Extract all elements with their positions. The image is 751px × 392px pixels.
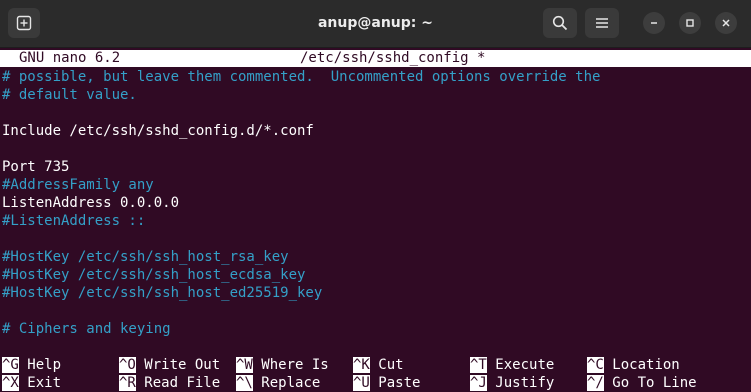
shortcut-justify[interactable]: ^J Justify xyxy=(470,374,554,392)
shortcut-read-file[interactable]: ^R Read File xyxy=(119,374,220,392)
editor-line[interactable]: Port 735 xyxy=(2,158,69,176)
shortcut-key: ^O xyxy=(119,357,136,373)
shortcut-label: Location xyxy=(612,357,680,373)
shortcut-label: Help xyxy=(27,357,62,373)
shortcut-key: ^U xyxy=(353,375,370,391)
minimize-icon xyxy=(651,22,657,24)
window-title: anup@anup: ~ xyxy=(317,15,433,31)
shortcut-execute[interactable]: ^T Execute xyxy=(470,356,554,374)
minimize-button[interactable] xyxy=(643,12,665,34)
shortcut-key: ^X xyxy=(2,375,19,391)
shortcut-help[interactable]: ^G Help xyxy=(2,356,61,374)
shortcut-exit[interactable]: ^X Exit xyxy=(2,374,61,392)
nano-header-bar: GNU nano 6.2 /etc/ssh/sshd_config * xyxy=(0,50,751,67)
shortcut-cut[interactable]: ^K Cut xyxy=(353,356,404,374)
editor-line[interactable]: #HostKey /etc/ssh/ssh_host_ed25519_key xyxy=(2,284,322,302)
terminal-area[interactable]: GNU nano 6.2 /etc/ssh/sshd_config * # po… xyxy=(0,48,751,392)
shortcut-go-to-line[interactable]: ^/ Go To Line xyxy=(587,374,697,392)
shortcut-label: Paste xyxy=(378,375,421,391)
shortcut-label: Replace xyxy=(261,375,321,391)
new-tab-icon xyxy=(16,15,32,31)
hamburger-menu-icon xyxy=(596,18,608,28)
shortcut-paste[interactable]: ^U Paste xyxy=(353,374,420,392)
shortcut-label: Exit xyxy=(27,375,62,391)
nano-version: GNU nano 6.2 xyxy=(19,50,121,66)
editor-line[interactable]: # Ciphers and keying xyxy=(2,320,171,338)
shortcut-label: Write Out xyxy=(144,357,221,373)
shortcut-key: ^G xyxy=(2,357,19,373)
shortcut-label: Cut xyxy=(378,357,404,373)
new-tab-button[interactable] xyxy=(8,8,40,38)
shortcut-write-out[interactable]: ^O Write Out xyxy=(119,356,220,374)
shortcut-location[interactable]: ^C Location xyxy=(587,356,680,374)
menu-button[interactable] xyxy=(585,8,619,38)
shortcut-label: Read File xyxy=(144,375,221,391)
shortcut-replace[interactable]: ^\ Replace xyxy=(236,374,320,392)
maximize-button[interactable] xyxy=(679,12,701,34)
editor-line[interactable]: #ListenAddress :: xyxy=(2,212,145,230)
window-titlebar: anup@anup: ~ xyxy=(0,0,751,48)
nano-filename: /etc/ssh/sshd_config * xyxy=(300,50,486,66)
editor-line[interactable]: Include /etc/ssh/sshd_config.d/*.conf xyxy=(2,122,314,140)
search-button[interactable] xyxy=(543,8,577,38)
shortcut-label: Execute xyxy=(495,357,555,373)
editor-line[interactable]: #AddressFamily any xyxy=(2,176,154,194)
editor-line[interactable]: # possible, but leave them commented. Un… xyxy=(2,68,600,86)
shortcut-key: ^J xyxy=(470,375,487,391)
close-icon xyxy=(722,19,730,27)
shortcut-key: ^C xyxy=(587,357,604,373)
editor-line[interactable]: #HostKey /etc/ssh/ssh_host_rsa_key xyxy=(2,248,289,266)
editor-line[interactable]: #HostKey /etc/ssh/ssh_host_ecdsa_key xyxy=(2,266,305,284)
shortcut-key: ^T xyxy=(470,357,487,373)
search-icon xyxy=(552,15,568,31)
shortcut-key: ^W xyxy=(236,357,253,373)
editor-line[interactable]: # default value. xyxy=(2,86,137,104)
shortcut-label: Justify xyxy=(495,375,555,391)
shortcut-key: ^K xyxy=(353,357,370,373)
shortcut-key: ^R xyxy=(119,375,136,391)
editor-line[interactable]: ListenAddress 0.0.0.0 xyxy=(2,194,179,212)
shortcut-key: ^/ xyxy=(587,375,604,391)
maximize-icon xyxy=(686,19,694,27)
shortcut-label: Where Is xyxy=(261,357,329,373)
shortcut-label: Go To Line xyxy=(612,375,697,391)
shortcut-key: ^\ xyxy=(236,375,253,391)
close-button[interactable] xyxy=(715,12,737,34)
shortcut-where-is[interactable]: ^W Where Is xyxy=(236,356,329,374)
